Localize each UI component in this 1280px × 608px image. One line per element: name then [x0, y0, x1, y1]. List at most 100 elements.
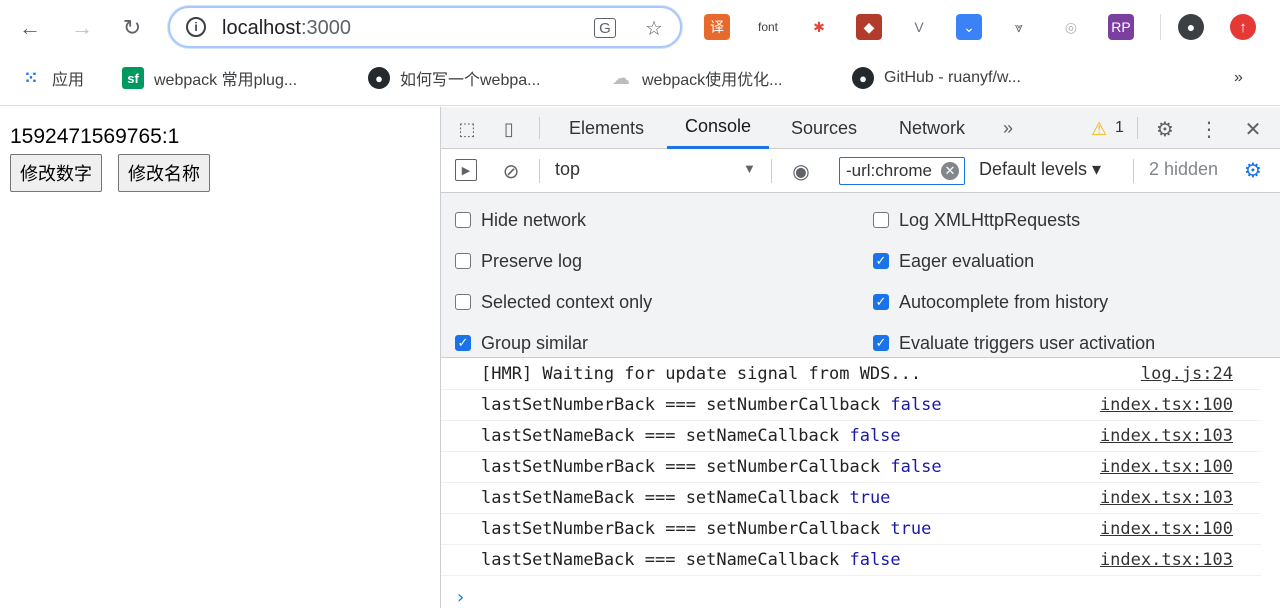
option-eager-evaluation[interactable]: ✓ Eager evaluation: [873, 248, 1034, 274]
forward-arrow-icon[interactable]: →: [66, 12, 98, 44]
log-value: false: [890, 457, 942, 477]
log-source-link[interactable]: index.tsx:103: [1100, 426, 1233, 446]
blue-check-extension-icon[interactable]: ⌄: [956, 14, 982, 40]
option-log-xhr[interactable]: Log XMLHttpRequests: [873, 207, 1080, 233]
tab-network[interactable]: Network: [899, 107, 965, 149]
tab-console[interactable]: Console: [667, 107, 770, 149]
info-icon[interactable]: i: [186, 17, 206, 37]
log-message: lastSetNumberBack === setNumberCallback …: [481, 519, 931, 539]
checkbox-checked[interactable]: ✓: [873, 294, 889, 310]
github-icon: ●: [368, 67, 390, 89]
warning-count[interactable]: 1: [1115, 107, 1124, 149]
log-message: lastSetNumberBack === setNumberCallback …: [481, 457, 942, 477]
vue-extension-icon[interactable]: V: [906, 14, 932, 40]
log-source-link[interactable]: index.tsx:103: [1100, 488, 1233, 508]
reload-icon[interactable]: ↻: [116, 12, 148, 44]
log-source-link[interactable]: log.js:24: [1141, 364, 1233, 384]
option-autocomplete-history[interactable]: ✓ Autocomplete from history: [873, 289, 1108, 315]
log-value: false: [849, 550, 901, 570]
log-source-link[interactable]: index.tsx:100: [1100, 395, 1233, 415]
address-url[interactable]: localhost:3000: [222, 17, 351, 40]
clear-console-icon[interactable]: ⊘: [499, 159, 523, 183]
bookmark-webpack-plugins[interactable]: sf webpack 常用plug...: [122, 66, 297, 90]
log-source-link[interactable]: index.tsx:100: [1100, 519, 1233, 539]
gear-icon[interactable]: ⚙: [1151, 115, 1179, 143]
option-hide-network[interactable]: Hide network: [455, 207, 586, 233]
log-levels-dropdown[interactable]: Default levels ▾: [979, 159, 1101, 180]
chevron-down-icon[interactable]: ▼: [743, 161, 756, 176]
red-extension-icon[interactable]: ◆: [856, 14, 882, 40]
checkbox-checked[interactable]: ✓: [873, 335, 889, 351]
bookmark-webpack-optimize[interactable]: ☁ webpack使用优化...: [610, 66, 783, 90]
chevrons-extension-icon[interactable]: ⩔: [1006, 14, 1032, 40]
bookmark-apps[interactable]: ⁙ 应用: [20, 66, 84, 90]
profile-avatar-icon[interactable]: ●: [1178, 14, 1204, 40]
change-number-button[interactable]: 修改数字: [10, 154, 102, 192]
option-group-similar[interactable]: ✓ Group similar: [455, 330, 588, 356]
log-message: lastSetNameBack === setNameCallback fals…: [481, 550, 901, 570]
log-value: true: [890, 519, 932, 539]
bookmarks-more-button[interactable]: »: [1234, 66, 1243, 90]
eye-icon[interactable]: ◉: [787, 159, 815, 183]
bookmark-write-webpack[interactable]: ● 如何写一个webpa...: [368, 66, 541, 90]
ring-extension-icon[interactable]: ◎: [1058, 14, 1084, 40]
update-arrow-icon[interactable]: ↑: [1230, 14, 1256, 40]
close-icon[interactable]: ✕: [1241, 115, 1265, 143]
bookmark-github-ruanyf[interactable]: ● GitHub - ruanyf/w...: [852, 66, 1021, 90]
log-entry: lastSetNumberBack === setNumberCallback …: [441, 452, 1261, 483]
console-toolbar: ▶ ⊘ top ▼ ◉ -url:chrome ✕ Default levels…: [441, 149, 1280, 193]
checkbox[interactable]: [455, 253, 471, 269]
rp-extension-icon[interactable]: RP: [1108, 14, 1134, 40]
checkbox[interactable]: [455, 294, 471, 310]
sidebar-toggle-icon[interactable]: ▶: [455, 159, 477, 181]
hidden-count: 2 hidden: [1149, 159, 1219, 179]
checkbox[interactable]: [873, 212, 889, 228]
tab-sources[interactable]: Sources: [791, 107, 857, 149]
address-bar[interactable]: i localhost:3000 G ☆: [168, 6, 682, 48]
star-bookmark-icon[interactable]: ☆: [642, 16, 666, 40]
translate-extension-icon[interactable]: 译: [704, 14, 730, 40]
browser-toolbar: ← → ↻ i localhost:3000 G ☆ 译 font ✱ ◆ V ⌄ ⩔ ◎ RP…: [0, 0, 1280, 56]
asterisk-extension-icon[interactable]: ✱: [806, 14, 832, 40]
translate-page-icon[interactable]: G: [594, 18, 616, 38]
browser-chrome: ← → ↻ i localhost:3000 G ☆ 译 font ✱ ◆ V ⌄ ⩔ ◎ RP…: [0, 0, 1280, 106]
option-selected-context[interactable]: Selected context only: [455, 289, 652, 315]
option-preserve-log[interactable]: Preserve log: [455, 248, 582, 274]
github-icon: ●: [852, 67, 874, 89]
font-extension-icon[interactable]: font: [752, 14, 784, 40]
change-name-button[interactable]: 修改名称: [118, 154, 210, 192]
toolbar-divider: [1160, 14, 1161, 40]
back-arrow-icon[interactable]: ←: [14, 12, 46, 44]
log-entry: lastSetNumberBack === setNumberCallback …: [441, 514, 1261, 545]
toolbar-separator: [539, 159, 540, 183]
console-prompt[interactable]: ›: [455, 587, 466, 608]
context-selector[interactable]: top: [555, 159, 580, 180]
toolbar-separator: [771, 159, 772, 183]
clear-filter-icon[interactable]: ✕: [941, 162, 959, 180]
log-text: lastSetNumberBack === setNumberCallback: [481, 519, 891, 539]
log-source-link[interactable]: index.tsx:100: [1100, 457, 1233, 477]
console-settings-gear-icon[interactable]: ⚙: [1241, 158, 1265, 182]
bookmark-label: 如何写一个webpa...: [400, 72, 541, 89]
devtools-tab-bar: ⬚ ▯ Elements Console Sources Network » ⚠…: [441, 107, 1280, 149]
page-content: 1592471569765:1 修改数字 修改名称: [0, 107, 440, 608]
inspect-element-icon[interactable]: ⬚: [455, 117, 479, 141]
log-text: lastSetNameBack === setNameCallback: [481, 488, 850, 508]
counter-text: 1592471569765:1: [10, 125, 180, 148]
more-tabs-button[interactable]: »: [1003, 107, 1013, 149]
tab-elements[interactable]: Elements: [569, 107, 644, 149]
checkbox[interactable]: [455, 212, 471, 228]
device-toolbar-icon[interactable]: ▯: [497, 117, 521, 141]
option-evaluate-triggers[interactable]: ✓ Evaluate triggers user activation: [873, 330, 1155, 356]
checkbox-checked[interactable]: ✓: [455, 335, 471, 351]
bookmark-label: webpack使用优化...: [642, 72, 783, 89]
log-source-link[interactable]: index.tsx:103: [1100, 550, 1233, 570]
log-value: false: [849, 426, 901, 446]
bookmarks-more-label: »: [1234, 69, 1243, 86]
warning-icon[interactable]: ⚠: [1091, 117, 1107, 141]
log-text: lastSetNameBack === setNameCallback: [481, 426, 850, 446]
option-label: Autocomplete from history: [899, 291, 1109, 312]
log-text: lastSetNumberBack === setNumberCallback: [481, 457, 891, 477]
checkbox-checked[interactable]: ✓: [873, 253, 889, 269]
kebab-menu-icon[interactable]: ⋮: [1199, 115, 1219, 143]
